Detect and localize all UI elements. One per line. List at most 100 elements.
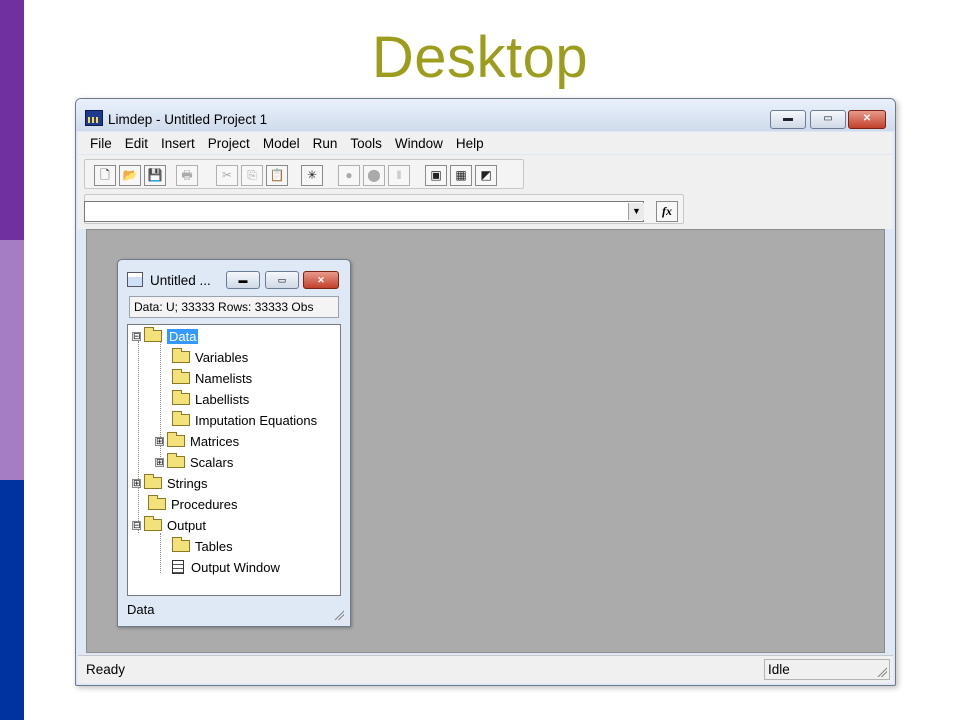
minimize-icon: ▬ — [238, 275, 248, 285]
star-button[interactable]: ✳ — [301, 165, 323, 186]
resize-grip-icon[interactable] — [876, 666, 887, 677]
tree-label: Strings — [167, 475, 208, 491]
expand-icon[interactable]: ⊞ — [155, 436, 164, 446]
tree-item-output[interactable]: ⊟ Output — [132, 516, 206, 534]
project-window-button[interactable]: ▣ — [425, 165, 447, 186]
menu-insert[interactable]: Insert — [161, 136, 195, 151]
collapse-icon[interactable]: ⊟ — [132, 520, 141, 530]
go-icon: ● — [345, 168, 353, 182]
status-idle: Idle — [764, 659, 890, 680]
command-input[interactable] — [84, 201, 644, 222]
folder-icon — [148, 495, 166, 510]
fx-button[interactable]: fx — [656, 201, 678, 222]
menu-window[interactable]: Window — [395, 136, 443, 151]
cut-icon: ✂ — [221, 168, 233, 182]
folder-icon — [172, 390, 190, 405]
star-icon: ✳ — [306, 168, 318, 182]
maximize-icon: ▭ — [277, 275, 287, 285]
data-info-bar: Data: U; 33333 Rows: 33333 Obs — [129, 296, 339, 318]
copy-icon: ⎘ — [247, 168, 257, 182]
data-grid-icon: ▦ — [455, 168, 467, 182]
project-minimize-button[interactable]: ▬ — [226, 271, 260, 289]
print-button[interactable]: 🖶 — [176, 165, 198, 186]
copy-button[interactable]: ⎘ — [241, 165, 263, 186]
maximize-icon: ▭ — [823, 113, 833, 124]
limdep-app-icon[interactable] — [85, 110, 103, 126]
tree-label: Variables — [195, 349, 249, 365]
tree-item-namelists[interactable]: Namelists — [172, 369, 252, 387]
folder-icon — [167, 453, 185, 468]
tree-item-procedures[interactable]: Procedures — [148, 495, 237, 513]
menu-model[interactable]: Model — [263, 136, 300, 151]
tree-connector — [138, 341, 139, 533]
menu-tools[interactable]: Tools — [350, 136, 382, 151]
project-close-button[interactable]: ✕ — [303, 271, 339, 289]
close-button[interactable]: ✕ — [848, 110, 886, 129]
menu-file[interactable]: File — [90, 136, 112, 151]
stop-icon: ⬤ — [367, 168, 381, 182]
main-window-title: Limdep - Untitled Project 1 — [108, 112, 268, 127]
close-icon: ✕ — [862, 113, 872, 124]
collapse-icon[interactable]: ⊟ — [132, 331, 141, 341]
folder-icon — [144, 474, 162, 489]
tree-item-output-window[interactable]: Output Window — [169, 558, 280, 576]
close-icon: ✕ — [317, 275, 325, 285]
save-button[interactable]: 💾 — [144, 165, 166, 186]
chevron-down-icon: ▼ — [632, 206, 641, 216]
stop-button[interactable]: ⬤ — [363, 165, 385, 186]
cut-button[interactable]: ✂ — [216, 165, 238, 186]
folder-icon — [172, 411, 190, 426]
project-window-icon — [127, 272, 143, 287]
tree-label: Namelists — [195, 370, 253, 386]
folder-icon — [172, 369, 190, 384]
main-titlebar[interactable]: Limdep - Untitled Project 1 ▬ ▭ ✕ — [76, 99, 895, 131]
menu-edit[interactable]: Edit — [125, 136, 148, 151]
go-button[interactable]: ● — [338, 165, 360, 186]
tree-label: Scalars — [190, 454, 234, 470]
tree-item-strings[interactable]: ⊞ Strings — [132, 474, 207, 492]
tree-label: Output Window — [191, 559, 280, 575]
tree-item-tables[interactable]: Tables — [172, 537, 233, 555]
tree-item-imputation-equations[interactable]: Imputation Equations — [172, 411, 317, 429]
print-icon: 🖶 — [181, 168, 193, 182]
folder-icon — [172, 537, 190, 552]
menu-bar: File Edit Insert Project Model Run Tools… — [78, 132, 893, 154]
data-grid-button[interactable]: ▦ — [450, 165, 472, 186]
tree-item-labellists[interactable]: Labellists — [172, 390, 249, 408]
expand-icon[interactable]: ⊞ — [132, 478, 141, 488]
maximize-button[interactable]: ▭ — [810, 110, 846, 129]
menu-project[interactable]: Project — [208, 136, 250, 151]
project-window-title: Untitled ... — [150, 273, 211, 288]
paste-icon: 📋 — [269, 168, 285, 182]
tree-label: Matrices — [190, 433, 240, 449]
status-bar: Ready Idle — [78, 655, 893, 683]
slide-title: Desktop — [371, 25, 589, 90]
project-window-icon: ▣ — [430, 168, 442, 182]
slide-stripe-bottom — [0, 480, 24, 720]
tree-item-matrices[interactable]: ⊞ Matrices — [155, 432, 239, 450]
folder-icon — [167, 432, 185, 447]
menu-run[interactable]: Run — [313, 136, 338, 151]
resize-grip-icon[interactable] — [333, 609, 344, 620]
tree-item-scalars[interactable]: ⊞ Scalars — [155, 453, 233, 471]
pause-button[interactable]: ‖ — [388, 165, 410, 186]
project-window: Untitled ... ▬ ▭ ✕ Data: U; 33333 Rows: … — [117, 259, 351, 627]
tree-label: Procedures — [171, 496, 238, 512]
tree-connector — [160, 533, 161, 573]
minimize-button[interactable]: ▬ — [770, 110, 806, 129]
folder-open-icon — [144, 516, 162, 531]
tree-item-data[interactable]: ⊟ Data — [132, 327, 199, 345]
paste-button[interactable]: 📋 — [266, 165, 288, 186]
new-file-button[interactable]: 🗋 — [94, 165, 116, 186]
tree-label: Imputation Equations — [195, 412, 318, 428]
project-maximize-button[interactable]: ▭ — [265, 271, 299, 289]
status-ready: Ready — [86, 662, 126, 677]
project-tree: ⊟ Data Variables Namelists Labellists Im… — [127, 324, 341, 596]
expand-icon[interactable]: ⊞ — [155, 457, 164, 467]
open-folder-button[interactable]: 📂 — [119, 165, 141, 186]
tree-item-variables[interactable]: Variables — [172, 348, 248, 366]
command-dropdown-button[interactable]: ▼ — [628, 203, 644, 220]
document-icon — [172, 560, 184, 574]
output-window-button[interactable]: ◩ — [475, 165, 497, 186]
menu-help[interactable]: Help — [456, 136, 484, 151]
